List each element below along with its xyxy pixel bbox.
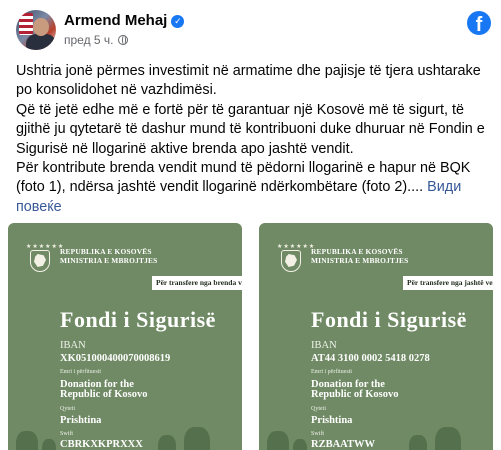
- iban-label: IBAN: [311, 340, 337, 351]
- post-body: Ushtria jonë përmes investimit në armati…: [16, 62, 492, 217]
- beneficiary-label: Emri i përfituesit: [60, 369, 101, 375]
- kosovo-emblem-icon: ★★★★★★: [277, 243, 314, 275]
- post-meta: пред 5 ч.: [64, 33, 128, 47]
- fund-card: ★★★★★★ REPUBLIKA E KOSOVËS MINISTRIA E M…: [8, 223, 242, 450]
- photo-2[interactable]: ★★★★★★ REPUBLIKA E KOSOVËS MINISTRIA E M…: [251, 212, 501, 450]
- iban-value: XK051000400070008619: [60, 353, 171, 364]
- verified-badge-icon: ✓: [171, 15, 185, 28]
- transfer-tag: Për transfere nga jashtë vendit: [403, 276, 493, 290]
- city-label: Qyteti: [311, 406, 326, 412]
- iban-label: IBAN: [60, 340, 86, 351]
- kosovo-emblem-icon: ★★★★★★: [26, 243, 63, 275]
- soldiers-silhouette: [8, 425, 242, 450]
- fund-title: Fondi i Sigurisë: [311, 307, 467, 332]
- post-time[interactable]: пред 5 ч.: [64, 33, 114, 47]
- beneficiary-line2: Republic of Kosovo: [311, 389, 399, 400]
- beneficiary-line2: Republic of Kosovo: [60, 389, 148, 400]
- facebook-logo-icon: f: [467, 11, 491, 35]
- transfer-tag: Për transfere nga brenda vendit: [152, 276, 242, 290]
- author-avatar[interactable]: [16, 10, 56, 50]
- post-paragraph: Për kontribute brenda vendit mund të pëd…: [16, 160, 471, 215]
- author-name-row: Armend Mehaj ✓: [64, 12, 185, 29]
- photo-gallery: ★★★★★★ REPUBLIKA E KOSOVËS MINISTRIA E M…: [0, 212, 501, 450]
- globe-icon: [117, 35, 128, 45]
- city-label: Qyteti: [60, 406, 75, 412]
- soldiers-silhouette: [259, 425, 493, 450]
- post-paragraph: Ushtria jonë përmes investimit në armati…: [16, 63, 481, 99]
- ministry-name: REPUBLIKA E KOSOVËS MINISTRIA E MBROJTJE…: [311, 247, 409, 265]
- photo-1[interactable]: ★★★★★★ REPUBLIKA E KOSOVËS MINISTRIA E M…: [0, 212, 250, 450]
- author-name[interactable]: Armend Mehaj: [64, 12, 167, 29]
- iban-value: AT44 3100 0002 5418 0278: [311, 353, 430, 364]
- ministry-name: REPUBLIKA E KOSOVËS MINISTRIA E MBROJTJE…: [60, 247, 158, 265]
- beneficiary-label: Emri i përfituesit: [311, 369, 352, 375]
- flag-icon: [19, 13, 33, 35]
- fund-card: ★★★★★★ REPUBLIKA E KOSOVËS MINISTRIA E M…: [259, 223, 493, 450]
- post-header: Armend Mehaj ✓ пред 5 ч. f: [16, 10, 491, 54]
- fund-title: Fondi i Sigurisë: [60, 307, 216, 332]
- post-paragraph: Që të jetë edhe më e fortë për të garant…: [16, 101, 485, 157]
